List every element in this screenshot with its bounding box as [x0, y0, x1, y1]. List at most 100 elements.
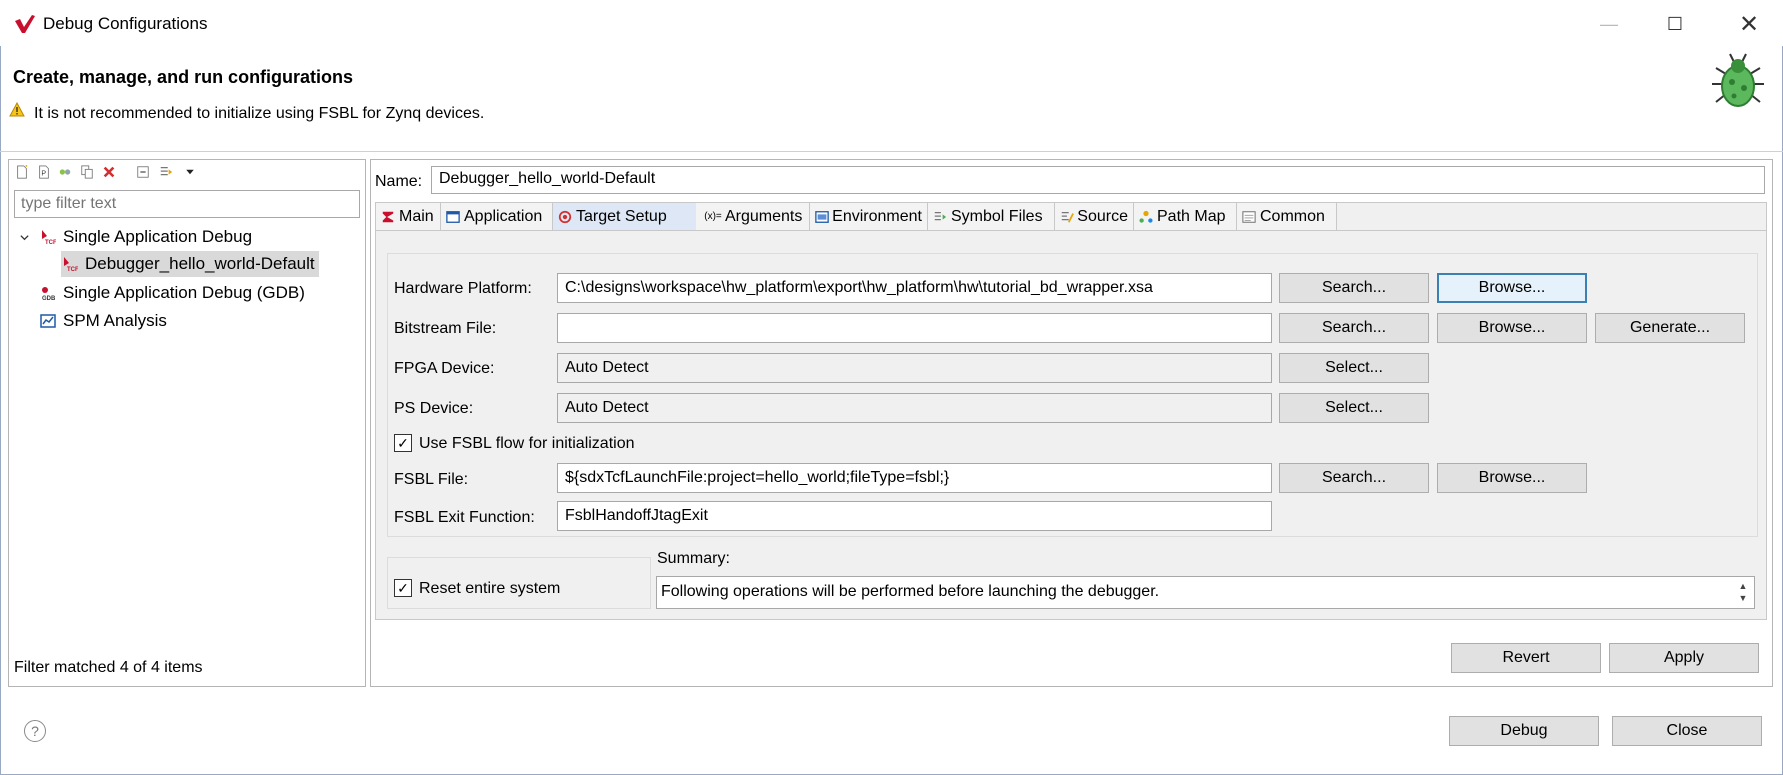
name-label: Name:: [375, 173, 423, 190]
tab-label: Symbol Files: [951, 207, 1043, 225]
header-message: It is not recommended to initialize usin…: [34, 105, 485, 122]
fpga-device-label: FPGA Device:: [394, 360, 495, 377]
tab-arguments[interactable]: (x)= Arguments: [696, 203, 810, 230]
hardware-search-button[interactable]: Search...: [1279, 273, 1429, 303]
tab-label: Arguments: [725, 207, 803, 225]
header-title: Create, manage, and run configurations: [13, 67, 354, 87]
tab-label: Path Map: [1157, 207, 1226, 225]
fsbl-file-label: FSBL File:: [394, 471, 469, 488]
tab-common[interactable]: Common: [1237, 203, 1337, 230]
tcf-launch-icon: TCF: [39, 228, 57, 246]
debug-button[interactable]: Debug: [1449, 716, 1599, 746]
close-button[interactable]: Close: [1612, 716, 1762, 746]
ps-select-button[interactable]: Select...: [1279, 393, 1429, 423]
scroll-down-icon[interactable]: ▼: [1739, 593, 1748, 605]
fpga-device-field: Auto Detect: [557, 353, 1272, 383]
reset-system-checkbox[interactable]: ✓: [394, 579, 412, 597]
common-tab-icon: [1241, 209, 1257, 225]
filter-input[interactable]: [14, 190, 360, 218]
delete-icon[interactable]: [101, 164, 117, 180]
export-icon[interactable]: [57, 164, 73, 180]
apply-button[interactable]: Apply: [1609, 643, 1759, 673]
main-tab-icon: [380, 209, 396, 225]
bitstream-generate-button[interactable]: Generate...: [1595, 313, 1745, 343]
minimize-button[interactable]: —: [1582, 6, 1636, 42]
tree-item-single-application-debug[interactable]: TCF Single Application Debug: [17, 224, 252, 250]
gdb-launch-icon: GDB: [39, 284, 57, 302]
view-menu-icon[interactable]: [182, 164, 198, 180]
svg-text:TCF: TCF: [45, 240, 56, 245]
source-tab-icon: [1059, 209, 1074, 225]
revert-button[interactable]: Revert: [1451, 643, 1601, 673]
tab-source[interactable]: Source: [1055, 203, 1134, 230]
tree-item-spm-analysis[interactable]: SPM Analysis: [39, 308, 167, 334]
application-tab-icon: [445, 209, 461, 225]
tab-label: Application: [464, 207, 543, 225]
help-icon[interactable]: ?: [24, 720, 46, 742]
ps-device-label: PS Device:: [394, 400, 474, 417]
chevron-down-icon[interactable]: [17, 228, 31, 246]
bug-icon: [1712, 53, 1764, 107]
target-tab-icon: [557, 209, 573, 225]
maximize-button[interactable]: ☐: [1648, 6, 1702, 42]
path-map-tab-icon: [1138, 209, 1154, 225]
tab-label: Target Setup: [576, 207, 667, 225]
tree-item-debugger-hello-world[interactable]: TCF Debugger_hello_world-Default: [61, 251, 319, 277]
collapse-all-icon[interactable]: [135, 164, 151, 180]
fsbl-browse-button[interactable]: Browse...: [1437, 463, 1587, 493]
filter-icon[interactable]: [158, 164, 174, 180]
bitstream-label: Bitstream File:: [394, 320, 497, 337]
tree-item-label: SPM Analysis: [63, 311, 167, 330]
fsbl-exit-label: FSBL Exit Function:: [394, 509, 535, 526]
fsbl-exit-field[interactable]: FsblHandoffJtagExit: [557, 501, 1272, 531]
hardware-platform-field[interactable]: C:\designs\workspace\hw_platform\export\…: [557, 273, 1272, 303]
tab-main[interactable]: Main: [376, 203, 441, 230]
environment-tab-icon: [814, 209, 829, 225]
header-divider: [0, 151, 1783, 152]
xilinx-logo-icon: [15, 15, 35, 33]
filter-status: Filter matched 4 of 4 items: [14, 659, 203, 676]
svg-text:TCF: TCF: [67, 267, 78, 272]
tree-item-label: Debugger_hello_world-Default: [85, 254, 315, 273]
tab-environment[interactable]: Environment: [810, 203, 928, 230]
bitstream-field[interactable]: [557, 313, 1272, 343]
fsbl-file-field[interactable]: ${sdxTcfLaunchFile:project=hello_world;f…: [557, 463, 1272, 493]
summary-textarea[interactable]: Following operations will be performed b…: [656, 576, 1755, 609]
window-title: Debug Configurations: [43, 14, 208, 33]
tree-item-single-application-debug-gdb[interactable]: GDB Single Application Debug (GDB): [39, 280, 305, 306]
tab-label: Main: [399, 207, 434, 225]
tcf-launch-icon: TCF: [61, 255, 79, 273]
tree-item-label: Single Application Debug: [63, 227, 253, 246]
hardware-browse-button[interactable]: Browse...: [1437, 273, 1587, 303]
hardware-platform-label: Hardware Platform:: [394, 280, 532, 297]
scroll-up-icon[interactable]: ▲: [1739, 581, 1748, 593]
summary-scrollbar[interactable]: ▲ ▼: [1733, 577, 1753, 608]
reset-system-label: Reset entire system: [419, 580, 561, 597]
new-prototype-icon[interactable]: P: [36, 164, 52, 180]
tab-label: Common: [1260, 207, 1325, 225]
name-field[interactable]: Debugger_hello_world-Default: [431, 166, 1765, 194]
warning-icon: [9, 102, 25, 117]
bitstream-browse-button[interactable]: Browse...: [1437, 313, 1587, 343]
tab-label: Source: [1077, 207, 1128, 225]
tab-path-map[interactable]: Path Map: [1134, 203, 1237, 230]
tab-symbol-files[interactable]: Symbol Files: [928, 203, 1055, 230]
arguments-tab-icon: (x)=: [704, 211, 722, 222]
tree-item-label: Single Application Debug (GDB): [63, 283, 305, 302]
use-fsbl-checkbox[interactable]: ✓: [394, 434, 412, 452]
title-bar: [0, 0, 1783, 46]
new-config-icon[interactable]: [14, 164, 30, 180]
summary-label: Summary:: [657, 550, 730, 567]
tab-application[interactable]: Application: [441, 203, 553, 230]
close-window-button[interactable]: ✕: [1722, 6, 1776, 42]
tab-label: Environment: [832, 207, 922, 225]
spm-analysis-icon: [39, 312, 57, 330]
bitstream-search-button[interactable]: Search...: [1279, 313, 1429, 343]
fsbl-search-button[interactable]: Search...: [1279, 463, 1429, 493]
svg-text:P: P: [41, 171, 46, 178]
fpga-select-button[interactable]: Select...: [1279, 353, 1429, 383]
svg-text:GDB: GDB: [42, 296, 56, 301]
ps-device-field: Auto Detect: [557, 393, 1272, 423]
tab-target-setup[interactable]: Target Setup: [553, 203, 696, 230]
duplicate-icon[interactable]: [79, 164, 95, 180]
